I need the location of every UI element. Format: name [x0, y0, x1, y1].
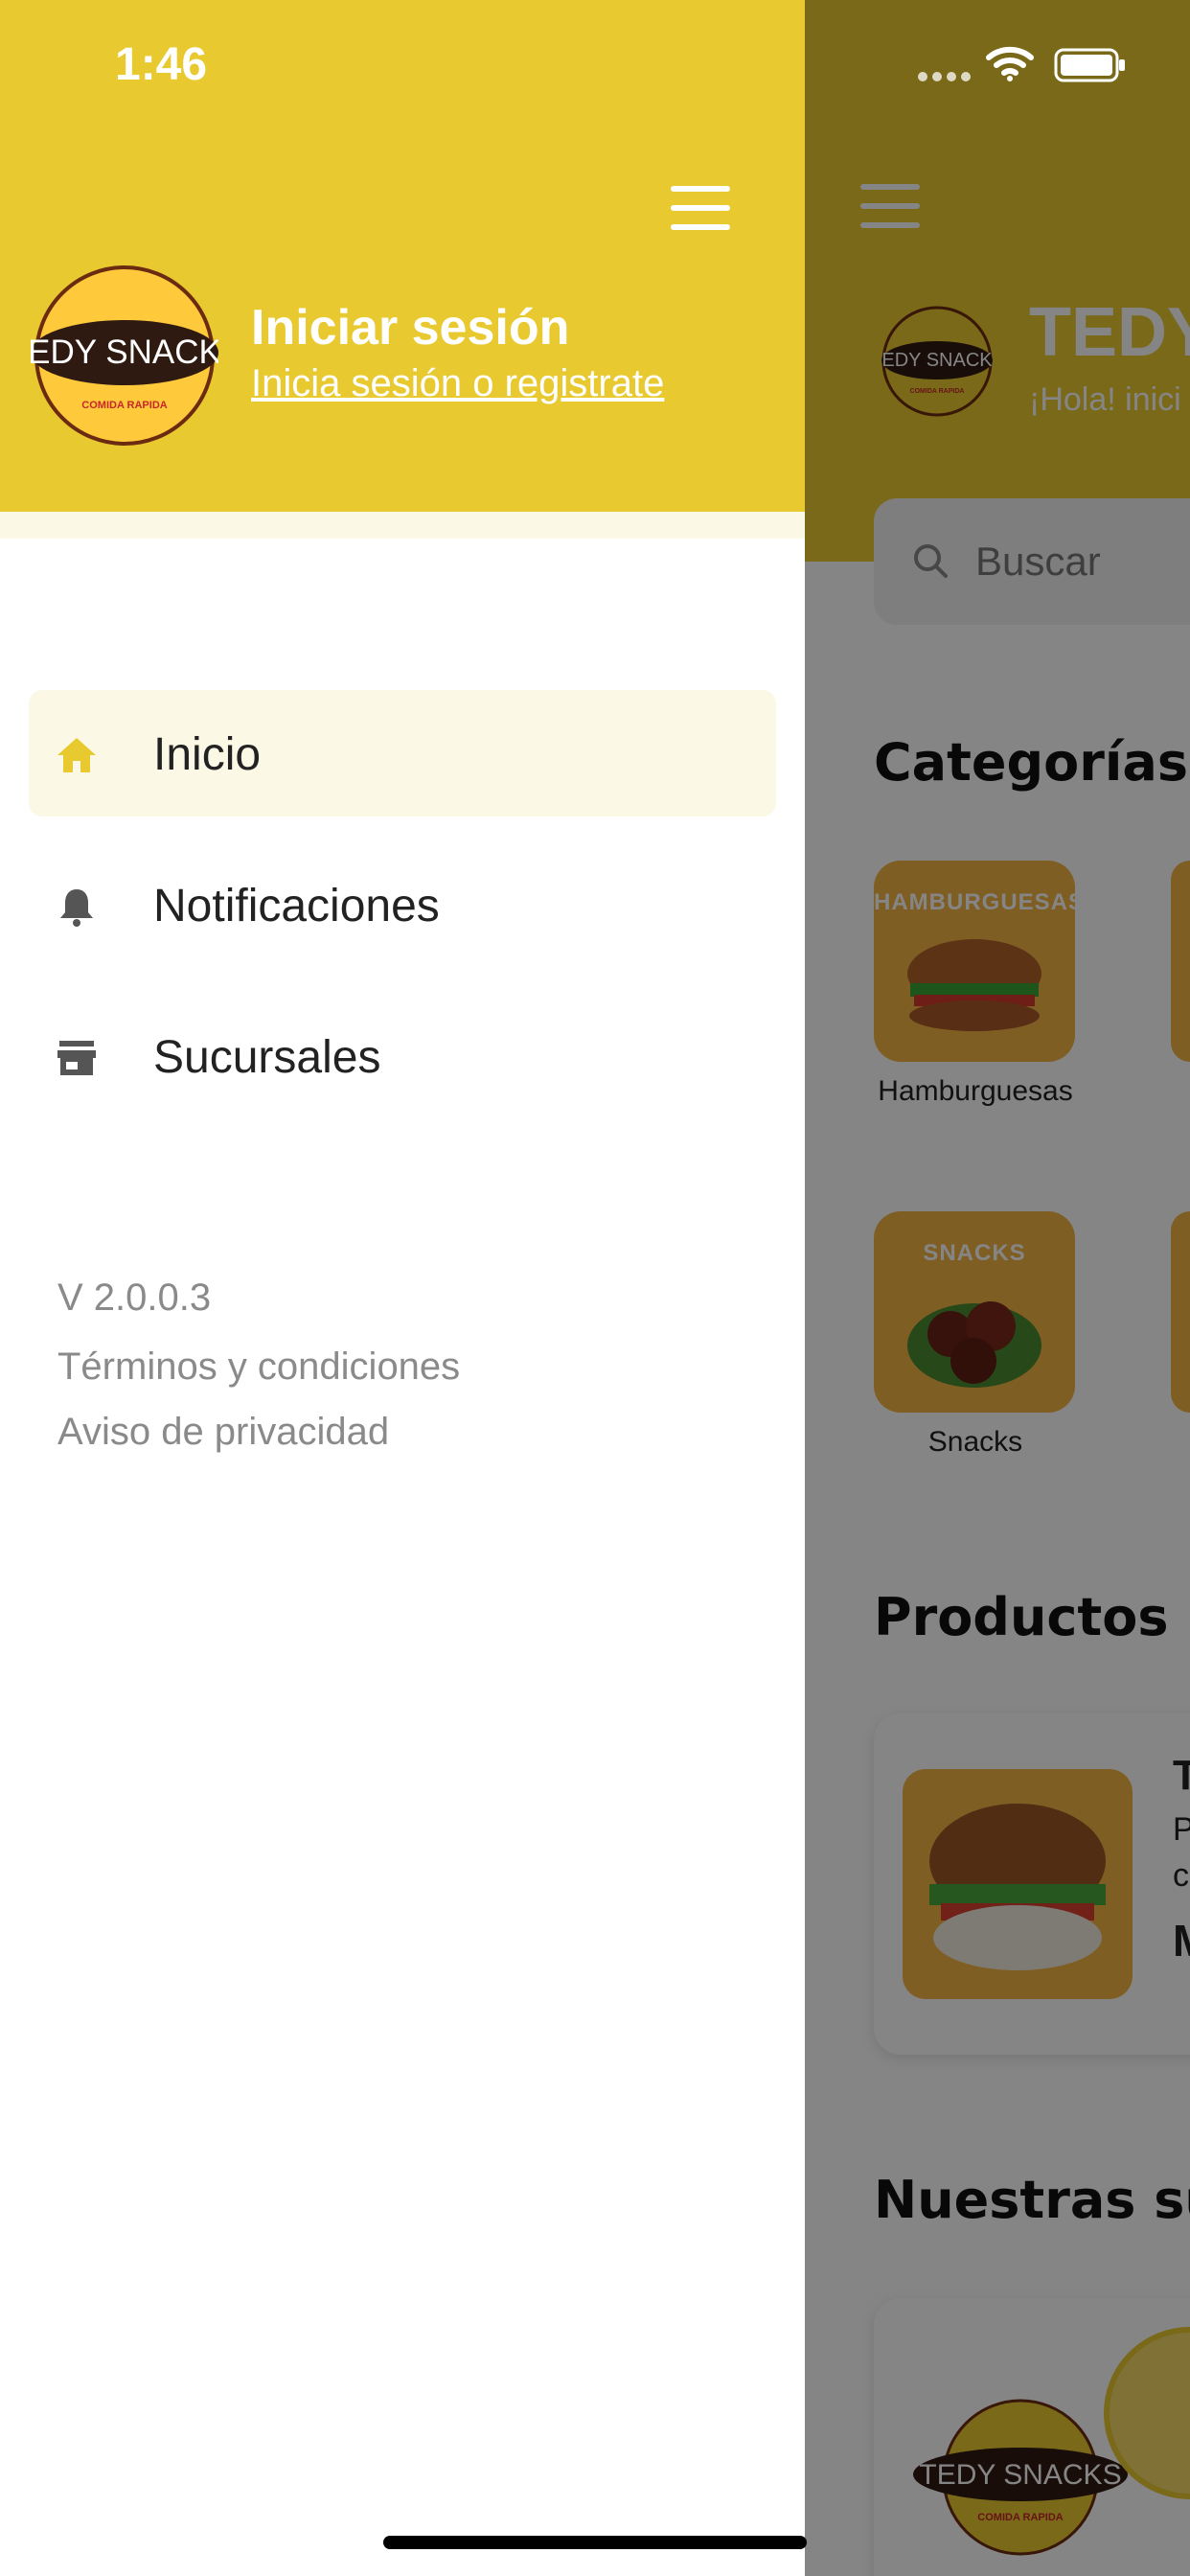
store-icon [57, 1041, 96, 1075]
drawer-header-divider [0, 512, 805, 539]
home-icon [57, 738, 96, 772]
nav-item-label: Sucursales [153, 1032, 381, 1083]
hamburger-menu-icon[interactable] [671, 186, 730, 232]
nav-item-inicio[interactable]: Inicio [29, 690, 776, 816]
nav-item-sucursales[interactable]: Sucursales [29, 993, 776, 1119]
navigation-drawer: 1:46 EDY SNACK COMIDA RAPIDA Iniciar ses… [0, 0, 805, 2576]
terms-link[interactable]: Términos y condiciones [57, 1346, 460, 1389]
nav-item-label: Inicio [153, 729, 262, 780]
app-version: V 2.0.0.3 [57, 1276, 212, 1319]
nav-item-notificaciones[interactable]: Notificaciones [29, 841, 776, 968]
login-register-link[interactable]: Inicia sesión o registrate [251, 362, 664, 405]
nav-item-label: Notificaciones [153, 881, 440, 932]
app-logo: EDY SNACK COMIDA RAPIDA [31, 265, 218, 446]
signal-icon [918, 69, 975, 86]
wifi-icon [986, 46, 1034, 81]
battery-icon [1054, 48, 1125, 82]
privacy-link[interactable]: Aviso de privacidad [57, 1411, 389, 1454]
svg-text:COMIDA RAPIDA: COMIDA RAPIDA [81, 400, 167, 411]
status-time: 1:46 [115, 39, 208, 90]
login-title: Iniciar sesión [251, 300, 570, 356]
home-indicator[interactable] [383, 2536, 807, 2549]
svg-text:EDY SNACK: EDY SNACK [31, 334, 218, 371]
bell-icon [60, 889, 93, 927]
